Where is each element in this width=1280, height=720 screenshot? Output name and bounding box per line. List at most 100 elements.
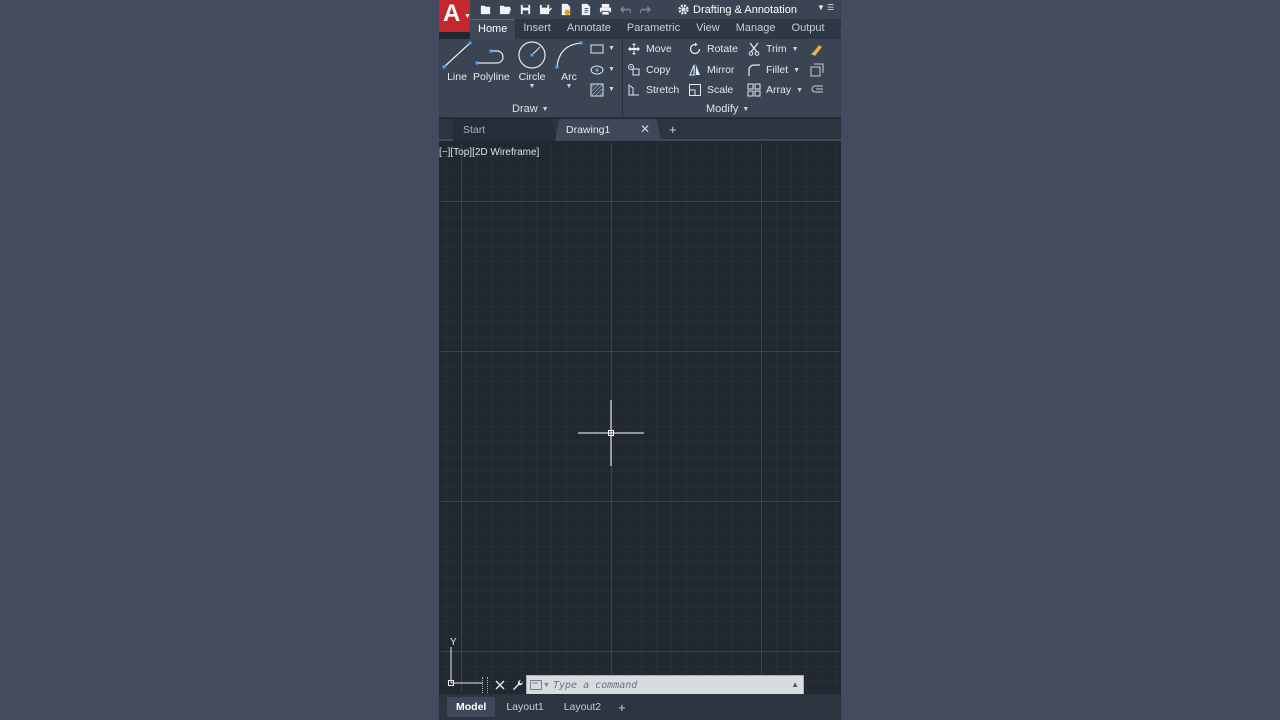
scale-icon <box>689 84 701 96</box>
stretch-label: Stretch <box>646 84 680 96</box>
ucs-icon: Y <box>447 637 487 687</box>
save-as-icon[interactable] <box>537 2 553 17</box>
tab-view[interactable]: View <box>688 19 728 39</box>
new-tab-plus-icon[interactable]: + <box>669 122 677 137</box>
open-folder-icon[interactable] <box>497 2 513 17</box>
trim-label: Trim <box>766 43 787 55</box>
line-icon <box>442 41 472 69</box>
line-tool[interactable]: Line <box>441 39 473 83</box>
fillet-label: Fillet <box>766 64 789 76</box>
arc-tool[interactable]: Arc ▼ <box>553 39 585 90</box>
drawing-canvas[interactable]: [−][Top][2D Wireframe] Y <box>439 143 841 692</box>
title-bar: Drafting & Annotation ▼ ☰ <box>439 0 841 19</box>
mirror-icon <box>689 64 700 76</box>
new-file-icon[interactable] <box>477 2 493 17</box>
circle-icon <box>518 41 546 69</box>
circle-tool[interactable]: Circle ▼ <box>516 39 548 90</box>
chevron-down-icon[interactable]: ▼ <box>529 83 536 90</box>
modify-panel-label: Modify <box>706 103 739 115</box>
application-menu-button[interactable]: A ▼ <box>439 0 471 32</box>
explode-icon[interactable] <box>809 62 825 78</box>
circle-label: Circle <box>518 71 546 83</box>
viewport-controls[interactable]: [−][Top][2D Wireframe] <box>439 147 539 158</box>
array-icon <box>747 83 761 97</box>
quick-access-toolbar <box>477 2 653 17</box>
tab-layout2[interactable]: Layout2 <box>555 697 610 717</box>
array-tool[interactable]: Array ▼ <box>747 82 803 98</box>
move-tool[interactable]: Move <box>627 41 672 57</box>
layout-tab-bar: Model Layout1 Layout2 + <box>439 694 841 720</box>
chevron-down-icon[interactable]: ▼ <box>566 83 573 90</box>
chevron-down-icon[interactable]: ▼ <box>817 3 825 12</box>
ribbon-panel: Line Polyline Circle ▼ Arc ▼ ▼ ▼ ▼ Draw … <box>439 39 841 118</box>
erase-icon[interactable] <box>809 41 825 57</box>
chevron-down-icon[interactable]: ▼ <box>608 45 615 52</box>
customize-toolbar-icon[interactable]: ☰ <box>827 3 834 12</box>
stretch-tool[interactable]: Stretch <box>627 82 679 98</box>
chevron-down-icon[interactable]: ▼ <box>793 67 800 74</box>
move-label: Move <box>646 43 672 55</box>
workspace-name: Drafting & Annotation <box>693 3 797 16</box>
command-line-grip[interactable] <box>482 677 488 693</box>
rotate-tool[interactable]: Rotate <box>688 41 738 57</box>
panel-divider <box>622 41 623 117</box>
plot-icon[interactable] <box>597 2 613 17</box>
ribbon-tab-bar: Home Insert Annotate Parametric View Man… <box>470 19 841 39</box>
wrench-icon[interactable] <box>509 676 527 694</box>
chevron-down-icon: ▼ <box>541 105 549 113</box>
tab-insert[interactable]: Insert <box>515 19 559 39</box>
tab-start[interactable]: Start <box>453 119 559 141</box>
arc-icon <box>555 41 583 69</box>
save-icon[interactable] <box>517 2 533 17</box>
recent-commands-icon[interactable]: ▼ <box>530 679 550 691</box>
chevron-down-icon[interactable]: ▼ <box>796 87 803 94</box>
command-input-box[interactable]: ▼ ▲ <box>526 675 804 695</box>
mirror-label: Mirror <box>707 64 735 76</box>
mirror-tool[interactable]: Mirror <box>688 62 734 78</box>
draw-panel-label: Draw <box>512 103 538 115</box>
crosshair-cursor <box>578 400 644 466</box>
rotate-label: Rotate <box>707 43 738 55</box>
save-web-icon[interactable] <box>577 2 593 17</box>
copy-tool[interactable]: Copy <box>627 62 671 78</box>
tab-model[interactable]: Model <box>447 697 496 717</box>
tab-parametric[interactable]: Parametric <box>619 19 688 39</box>
draw-panel-title[interactable]: Draw ▼ <box>512 103 549 115</box>
array-label: Array <box>766 84 792 96</box>
ucs-axes-icon <box>448 647 483 686</box>
tab-add[interactable]: Add <box>833 19 842 39</box>
scale-tool[interactable]: Scale <box>688 82 733 98</box>
undo-icon[interactable] <box>617 2 633 17</box>
rectangle-icon[interactable] <box>589 41 605 57</box>
chevron-down-icon[interactable]: ▼ <box>792 46 799 53</box>
rotate-icon <box>689 42 701 55</box>
file-tab-bar: Start Drawing1 ✕ + <box>439 119 841 141</box>
tab-home[interactable]: Home <box>470 19 516 39</box>
tab-layout1[interactable]: Layout1 <box>497 697 552 717</box>
command-input[interactable] <box>553 679 783 691</box>
modify-panel-title[interactable]: Modify ▼ <box>706 103 749 115</box>
polyline-tool[interactable]: Polyline <box>473 39 510 83</box>
workspace-switcher[interactable]: Drafting & Annotation <box>677 2 797 17</box>
fillet-tool[interactable]: Fillet ▼ <box>747 62 800 78</box>
copy-label: Copy <box>646 64 671 76</box>
hatch-icon[interactable] <box>589 82 605 98</box>
open-web-icon[interactable] <box>557 2 573 17</box>
chevron-down-icon[interactable]: ▼ <box>608 66 615 73</box>
offset-icon[interactable] <box>809 82 825 98</box>
chevron-up-icon[interactable]: ▲ <box>791 680 799 689</box>
add-layout-plus-icon[interactable]: + <box>618 700 626 715</box>
tab-manage[interactable]: Manage <box>728 19 784 39</box>
redo-icon[interactable] <box>637 2 653 17</box>
tab-annotate[interactable]: Annotate <box>559 19 619 39</box>
scissors-icon <box>748 42 760 56</box>
chevron-down-icon: ▼ <box>742 105 750 113</box>
scale-label: Scale <box>707 84 734 96</box>
trim-tool[interactable]: Trim ▼ <box>747 41 799 57</box>
close-icon[interactable]: ✕ <box>640 122 650 136</box>
close-icon[interactable] <box>491 676 509 694</box>
autocad-window: Drafting & Annotation ▼ ☰ A ▼ Home Inser… <box>439 0 841 720</box>
chevron-down-icon[interactable]: ▼ <box>608 86 615 93</box>
tab-output[interactable]: Output <box>784 19 833 39</box>
ellipse-icon[interactable] <box>589 62 605 78</box>
